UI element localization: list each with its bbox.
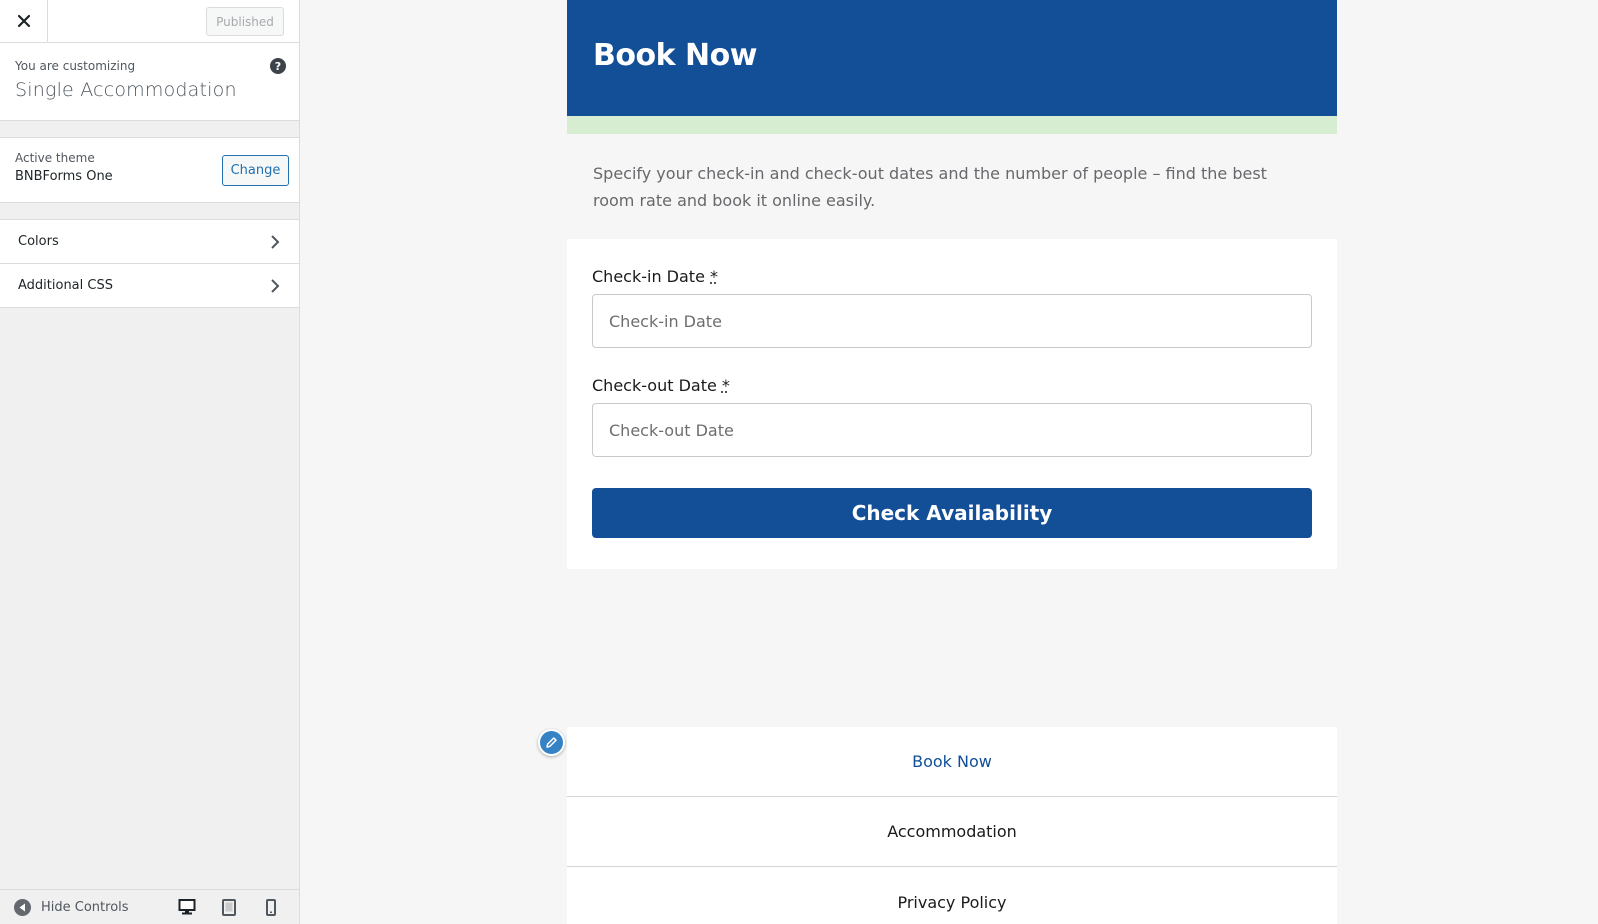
checkin-label: Check-in Date * [592, 267, 1312, 286]
edit-menu-shortcut[interactable] [538, 729, 565, 756]
active-theme-panel: Active theme BNBForms One Change [0, 137, 299, 203]
chevron-right-icon [263, 230, 287, 254]
sidebar-header: Published [0, 0, 299, 43]
checkout-label: Check-out Date * [592, 376, 1312, 395]
pencil-icon [546, 737, 557, 748]
footer-nav-accommodation[interactable]: Accommodation [567, 797, 1337, 867]
help-icon[interactable]: ? [270, 58, 286, 74]
tablet-icon [222, 898, 236, 916]
check-availability-button[interactable]: Check Availability [592, 488, 1312, 538]
checkout-label-text: Check-out Date [592, 376, 717, 395]
close-button[interactable] [0, 0, 48, 42]
customizer-info: You are customizing Single Accommodation… [0, 43, 299, 121]
site-preview: Book Now Specify your check-in and check… [300, 0, 1598, 924]
footer-nav-book-now[interactable]: Book Now [567, 727, 1337, 797]
section-colors[interactable]: Colors [0, 220, 299, 264]
publish-button[interactable]: Published [206, 7, 284, 36]
hide-controls-button[interactable]: Hide Controls [14, 898, 129, 916]
customizer-sidebar: Published You are customizing Single Acc… [0, 0, 300, 924]
desktop-icon [178, 899, 196, 915]
checkin-label-text: Check-in Date [592, 267, 705, 286]
checkout-date-input[interactable] [592, 403, 1312, 457]
customizer-sections: Colors Additional CSS [0, 219, 299, 308]
availability-form: Check-in Date * Check-out Date * Check A… [567, 239, 1337, 569]
required-mark: * [721, 376, 730, 395]
desktop-preview-button[interactable] [173, 893, 201, 921]
section-label: Colors [18, 234, 59, 249]
accent-bar [567, 116, 1337, 134]
footer-menu: Book Now Accommodation Privacy Policy [567, 727, 1337, 924]
sidebar-footer: Hide Controls [0, 889, 299, 924]
required-mark: * [710, 267, 718, 286]
footer-nav-privacy-policy[interactable]: Privacy Policy [567, 867, 1337, 924]
change-theme-button[interactable]: Change [222, 155, 289, 186]
mobile-preview-button[interactable] [257, 893, 285, 921]
customizing-label: You are customizing [15, 59, 136, 73]
page-title: Book Now [593, 37, 757, 73]
hide-controls-label: Hide Controls [41, 899, 129, 915]
section-label: Additional CSS [18, 278, 113, 293]
checkin-date-input[interactable] [592, 294, 1312, 348]
chevron-right-icon [263, 274, 287, 298]
tablet-preview-button[interactable] [215, 893, 243, 921]
mobile-icon [266, 898, 276, 916]
device-preview-switcher [173, 893, 285, 921]
book-now-header: Book Now [567, 0, 1337, 116]
intro-text: Specify your check-in and check-out date… [593, 164, 1267, 210]
section-additional-css[interactable]: Additional CSS [0, 264, 299, 308]
hide-controls-icon [14, 898, 31, 916]
close-icon [17, 14, 30, 28]
customizing-title: Single Accommodation [15, 79, 237, 101]
